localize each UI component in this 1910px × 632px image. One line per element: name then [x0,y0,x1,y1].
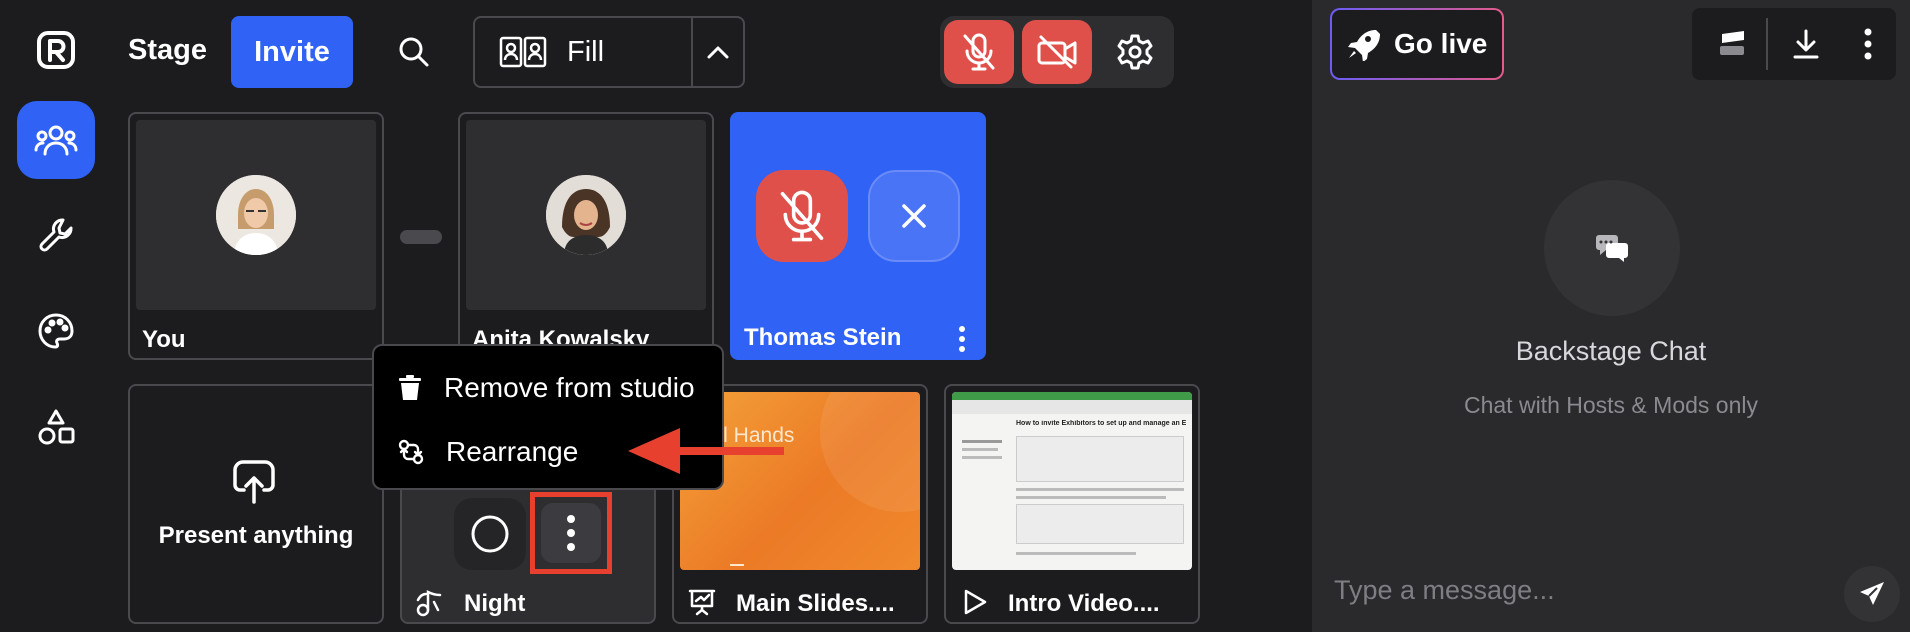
camera-off-button[interactable] [1022,20,1092,84]
send-icon [1860,582,1884,605]
send-button[interactable] [1844,566,1900,622]
more-options-button[interactable] [530,492,612,574]
download-icon [1793,29,1819,59]
more-options-button[interactable] [1856,26,1880,62]
mute-mic-button[interactable] [944,20,1014,84]
video-area [136,120,376,310]
wrench-icon [39,218,73,252]
go-live-button[interactable]: Go live [1330,8,1504,80]
media-tile-video[interactable]: How to invite Exhibitors to set up and m… [944,384,1200,624]
app-logo[interactable] [36,30,76,70]
message-input[interactable] [1334,575,1794,606]
go-live-label: Go live [1394,28,1488,59]
media-controls [940,16,1174,88]
layout-select[interactable]: Fill [473,16,745,88]
menu-item-remove[interactable]: Remove from studio [398,372,695,404]
more-icon [959,326,965,352]
banner-icon [1720,31,1744,55]
trash-icon [399,375,421,400]
participant-name: Thomas Stein [744,324,902,351]
sidebar-item-people[interactable] [17,101,95,179]
mic-off-icon [963,33,995,71]
palette-icon [38,313,74,349]
menu-item-label: Rearrange [446,436,579,467]
upload-icon-wrap [232,460,276,504]
shapes-icon [38,409,75,445]
presentation-icon [688,589,716,616]
present-anything-tile[interactable]: Present anything [128,384,384,624]
avatar [546,175,626,255]
backstage-panel [1312,0,1910,632]
gear-icon [1117,34,1153,70]
remove-button[interactable] [868,170,960,262]
music-icon [416,589,442,617]
download-button[interactable] [1788,26,1824,62]
camera-off-icon [1037,35,1077,69]
participant-tile-thomas[interactable]: Thomas Stein [730,112,986,360]
search-button[interactable] [392,30,436,74]
mic-off-icon [780,190,824,242]
chat-placeholder [1544,180,1680,316]
video-preview-title: How to invite Exhibitors to set up and m… [1016,420,1186,427]
logo-icon [37,31,75,69]
media-name: Main Slides.... [736,590,895,617]
chevron-up-icon [707,46,729,59]
video-thumbnail: How to invite Exhibitors to set up and m… [952,392,1192,570]
media-name: Intro Video.... [1008,590,1160,617]
upload-icon [233,460,275,504]
rocket-icon [1348,30,1380,61]
panel-toolbar [1692,8,1896,80]
participant-name: You [142,326,186,353]
layout-icon [499,36,547,68]
layout-toggle[interactable] [691,18,743,86]
music-icon-wrap [414,588,444,618]
video-area [466,120,706,310]
participant-tile-anita[interactable]: Anita Kowalsky [458,112,714,360]
more-icon [1864,28,1872,60]
presentation-icon-wrap [688,588,716,616]
sidebar-item-elements[interactable] [17,388,95,466]
search-icon [399,37,429,67]
participant-tile-you[interactable]: You [128,112,384,360]
menu-item-rearrange[interactable]: Rearrange [398,436,578,468]
invite-button[interactable]: Invite [231,16,353,88]
drag-separator[interactable] [400,230,442,244]
chat-subtitle: Chat with Hosts & Mods only [1463,392,1758,418]
toolbar-divider [1766,18,1768,70]
avatar [216,175,296,255]
more-icon [567,515,575,551]
menu-item-label: Remove from studio [444,372,695,403]
play-icon-wrap [962,588,988,616]
sidebar-item-tools[interactable] [17,196,95,274]
circle-icon [471,515,509,553]
people-icon [34,125,78,156]
unmute-request-button[interactable] [756,170,848,262]
play-icon [964,589,987,615]
stage-label: Stage [128,34,207,66]
rearrange-icon [398,439,424,465]
sidebar-item-brand[interactable] [17,292,95,370]
close-icon [902,204,926,228]
present-label: Present anything [158,522,354,549]
layout-label: Fill [567,35,605,68]
more-options-button[interactable] [950,324,974,354]
play-toggle[interactable] [454,498,526,570]
banner-button[interactable] [1714,26,1750,62]
chat-icon [1596,235,1628,262]
settings-button[interactable] [1100,20,1170,84]
chat-title: Backstage Chat [1515,336,1707,366]
media-name: Night [464,590,526,617]
annotation-arrow [628,428,784,474]
